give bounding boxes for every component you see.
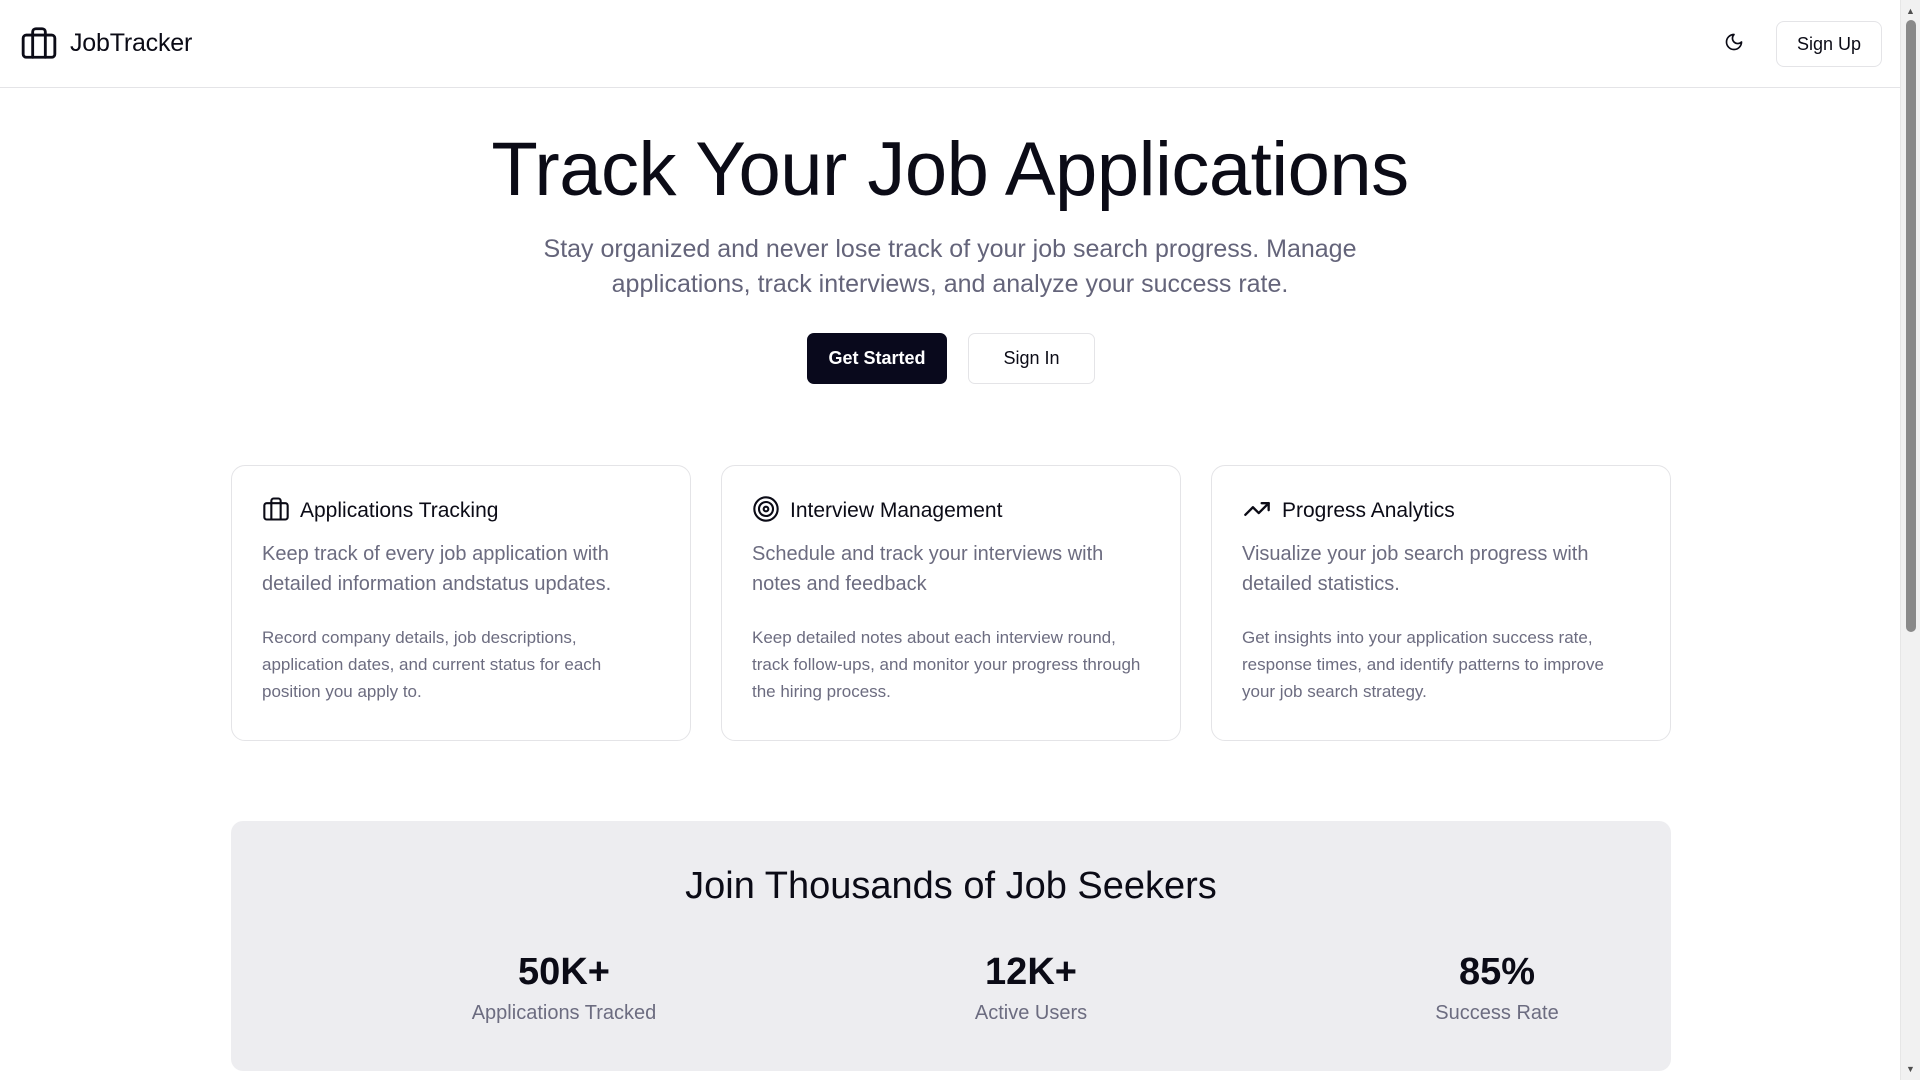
feature-card-applications: Applications Tracking Keep track of ever… <box>231 465 691 741</box>
briefcase-icon <box>262 495 290 528</box>
card-title: Applications Tracking <box>300 499 499 522</box>
stat-value: 12K+ <box>985 951 1077 993</box>
stat-success-rate: 85% Success Rate <box>1347 949 1647 1027</box>
trending-up-icon <box>1242 495 1272 528</box>
vertical-scrollbar[interactable]: ▲ ▼ <box>1900 0 1920 1080</box>
theme-toggle-button[interactable] <box>1716 26 1752 62</box>
target-icon <box>752 495 780 528</box>
brand-name: JobTracker <box>70 28 193 57</box>
hero-title: Track Your Job Applications <box>491 127 1409 212</box>
hero-subtitle: Stay organized and never lose track of y… <box>543 235 1357 298</box>
page: JobTracker Sign Up Track Your Job Applic… <box>0 0 1900 1080</box>
scrollbar-thumb[interactable] <box>1906 20 1916 632</box>
feature-card-analytics: Progress Analytics Visualize your job se… <box>1211 465 1671 741</box>
sign-in-button[interactable]: Sign In <box>968 333 1095 384</box>
stat-label: Applications Tracked <box>471 1002 657 1024</box>
stat-label: Success Rate <box>1435 1002 1559 1024</box>
card-header: Progress Analytics <box>1242 496 1640 526</box>
site-header: JobTracker Sign Up <box>0 0 1900 88</box>
brand-logo[interactable]: JobTracker <box>20 24 192 62</box>
scroll-down-arrow-icon[interactable]: ▼ <box>1901 1060 1920 1078</box>
card-header: Interview Management <box>752 495 1150 528</box>
card-title: Interview Management <box>790 499 1003 522</box>
card-description: Visualize your job search progress with … <box>1242 543 1589 595</box>
card-description: Keep track of every job application with… <box>262 543 612 595</box>
scroll-up-arrow-icon[interactable]: ▲ <box>1901 2 1920 20</box>
stat-applications-tracked: 50K+ Applications Tracked <box>414 949 714 1027</box>
card-description: Schedule and track your interviews with … <box>752 543 1104 595</box>
moon-icon <box>1724 32 1744 57</box>
stat-label: Active Users <box>974 1002 1088 1024</box>
stats-title: Join Thousands of Job Seekers <box>685 865 1217 907</box>
card-body: Keep detailed notes about each interview… <box>752 628 1141 701</box>
get-started-button[interactable]: Get Started <box>807 333 947 384</box>
briefcase-icon <box>20 24 58 62</box>
card-body: Get insights into your application succe… <box>1242 628 1604 701</box>
card-body: Record company details, job descriptions… <box>262 628 602 701</box>
stats-panel: Join Thousands of Job Seekers 50K+ Appli… <box>231 821 1671 1071</box>
sign-up-button[interactable]: Sign Up <box>1776 21 1882 67</box>
card-title: Progress Analytics <box>1282 499 1455 522</box>
feature-card-interviews: Interview Management Schedule and track … <box>721 465 1181 741</box>
stat-value: 50K+ <box>518 951 610 993</box>
stat-value: 85% <box>1458 951 1536 993</box>
card-header: Applications Tracking <box>262 496 660 526</box>
stat-active-users: 12K+ Active Users <box>881 949 1181 1027</box>
